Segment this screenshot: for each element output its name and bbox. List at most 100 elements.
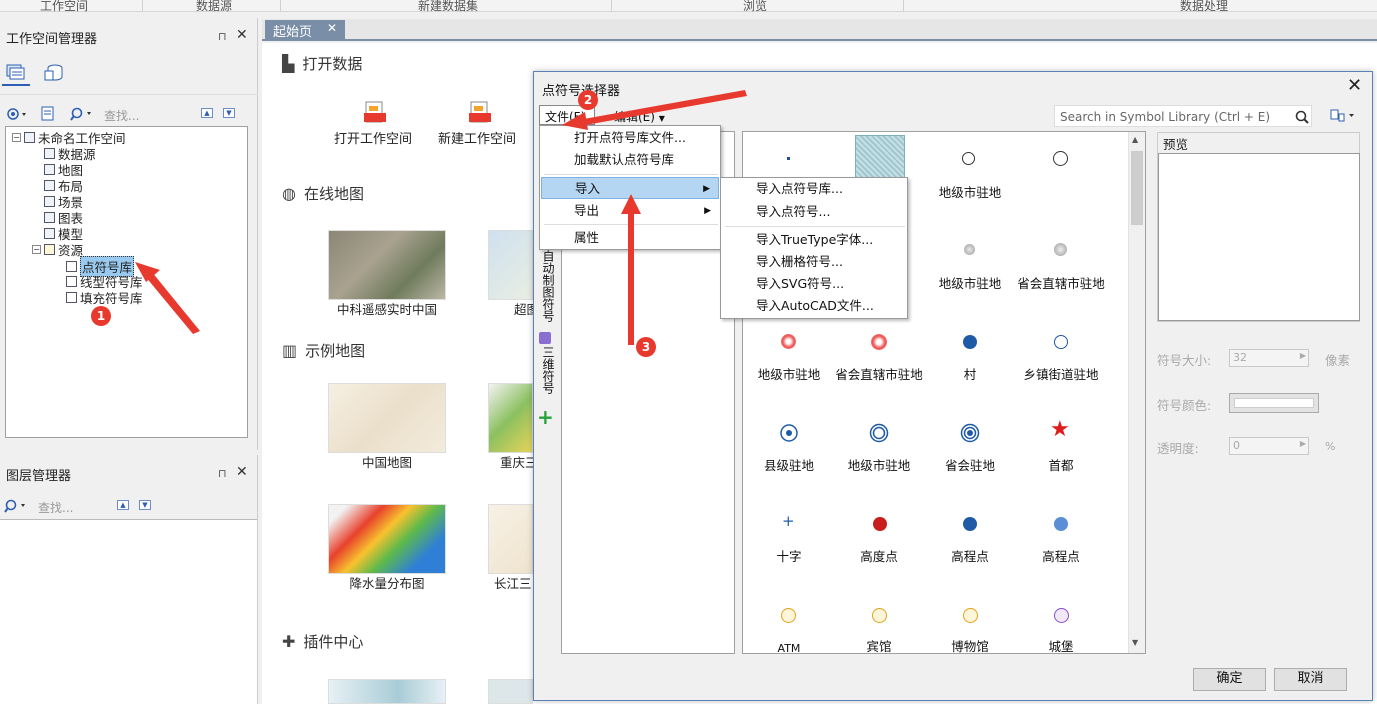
symbol-cell[interactable]: 高程点 <box>1016 550 1106 563</box>
online-map-thumbnail-supermap[interactable] <box>488 230 533 300</box>
selected-symbol-highlight[interactable] <box>855 135 905 179</box>
symbol-glyph-circle <box>962 152 975 165</box>
new-workspace-icon[interactable] <box>468 101 492 127</box>
symbol-size-input[interactable]: 32 ▶ <box>1229 349 1309 367</box>
symbol-cell[interactable]: 省会直辖市驻地 <box>834 368 924 381</box>
open-file-icon[interactable] <box>40 106 56 122</box>
menu-edit[interactable]: 编辑(E) ▼ <box>614 108 665 125</box>
castle-icon <box>1054 608 1069 623</box>
symbol-cell[interactable]: 村 <box>925 368 1015 381</box>
symbol-cell[interactable]: 地级市驻地 <box>925 186 1015 199</box>
ribbon-tab-data-processing[interactable]: 数据处理 <box>1180 0 1228 14</box>
layer-search-input[interactable]: 查找... <box>38 499 73 516</box>
scroll-up-icon[interactable]: ▲ <box>1132 135 1138 144</box>
symbol-cell[interactable]: 乡镇街道驻地 <box>1016 368 1106 381</box>
plugin-thumbnail[interactable] <box>488 679 533 704</box>
menu-item-import-raster[interactable]: 导入栅格符号... <box>721 251 907 273</box>
pin-icon[interactable]: ⊓ <box>218 467 227 480</box>
symbol-cell[interactable]: 高度点 <box>834 550 924 563</box>
close-icon[interactable]: ✕ <box>236 27 248 43</box>
search-up-button[interactable]: ▲ <box>117 500 129 510</box>
menu-item-import-autocad[interactable]: 导入AutoCAD文件... <box>721 295 907 317</box>
add-icon[interactable]: + <box>537 407 554 427</box>
tree-item-fill-symbol-library[interactable]: 填充符号库 <box>66 288 143 307</box>
workspace-search-input[interactable]: 查找... <box>104 107 139 124</box>
search-icon[interactable] <box>4 498 30 514</box>
menu-item-load-default[interactable]: 加载默认点符号库 <box>540 149 720 171</box>
search-icon[interactable] <box>70 106 96 122</box>
ribbon-tab-workspace[interactable]: 工作空间 <box>40 0 88 14</box>
symbol-size-unit: 像素 <box>1325 353 1351 368</box>
view-options-icon[interactable] <box>1330 108 1360 124</box>
online-map-label: 中科遥感实时中国 <box>336 302 437 317</box>
close-icon[interactable]: ✕ <box>236 464 248 480</box>
scroll-thumb[interactable] <box>1131 151 1143 225</box>
symbol-cell[interactable]: 省会驻地 <box>925 459 1015 472</box>
symbol-cell[interactable]: ATM <box>744 642 834 653</box>
symbol-cell[interactable]: 十字 <box>744 550 834 563</box>
symbol-search-input[interactable]: Search in Symbol Library (Ctrl + E) <box>1054 105 1312 127</box>
menu-item-import[interactable]: 导入 ▶ <box>541 177 719 199</box>
menu-item-import-symbol[interactable]: 导入点符号... <box>721 201 907 223</box>
cross-icon: + <box>782 512 795 530</box>
menu-item-import-svg[interactable]: 导入SVG符号... <box>721 273 907 295</box>
view-mode-icon[interactable] <box>6 107 28 121</box>
symbol-cell[interactable]: 地级市驻地 <box>834 459 924 472</box>
model-icon <box>44 228 55 239</box>
symbol-color-picker[interactable] <box>1229 393 1319 413</box>
vertical-scrollbar[interactable]: ▲ ▼ <box>1128 132 1145 653</box>
ribbon-tab-new-dataset[interactable]: 新建数据集 <box>418 0 478 14</box>
side-tab-3d[interactable]: 三维符号 <box>540 346 557 394</box>
symbol-cell[interactable]: 省会直辖市驻地 <box>1016 277 1106 290</box>
star-icon: ★ <box>1050 417 1070 442</box>
symbol-glyph-blue-ring <box>1054 335 1068 349</box>
workspace-tree-tab-icon[interactable] <box>6 64 26 82</box>
section-plugin-center: ✚ 插件中心 <box>282 632 364 651</box>
side-tab-auto-mapping[interactable]: 自动制图符号 <box>540 250 557 322</box>
collapse-icon[interactable]: − <box>32 245 41 254</box>
symbol-cell[interactable]: 地级市驻地 <box>925 277 1015 290</box>
new-workspace-button[interactable]: 新建工作空间 <box>438 128 516 147</box>
search-icon[interactable] <box>1295 110 1309 124</box>
spin-icon[interactable]: ▶ <box>1300 439 1306 448</box>
database-tab-icon[interactable] <box>44 64 64 82</box>
symbol-cell[interactable]: 首都 <box>1016 459 1106 472</box>
menu-item-properties[interactable]: 属性 <box>540 227 720 249</box>
search-down-button[interactable]: ▼ <box>223 108 235 118</box>
search-up-button[interactable]: ▲ <box>201 108 213 118</box>
pin-icon[interactable]: ⊓ <box>218 30 227 43</box>
datasource-icon <box>44 148 55 159</box>
symbol-cell[interactable]: 宾馆 <box>834 640 924 653</box>
open-workspace-button[interactable]: 打开工作空间 <box>334 128 412 147</box>
ribbon-tab-browse[interactable]: 浏览 <box>743 0 767 14</box>
example-map-thumbnail-china[interactable] <box>328 383 446 453</box>
tab-start-page[interactable]: 起始页 ✕ <box>265 20 345 41</box>
plugin-thumbnail[interactable] <box>328 679 446 704</box>
symbol-cell[interactable]: 地级市驻地 <box>744 368 834 381</box>
menu-item-import-library[interactable]: 导入点符号库... <box>721 178 907 200</box>
menu-item-export[interactable]: 导出 ▶ <box>540 200 720 222</box>
symbol-cell[interactable]: 博物馆 <box>925 640 1015 653</box>
example-map-thumbnail-chongqing[interactable] <box>488 383 533 453</box>
opacity-input[interactable]: 0 ▶ <box>1229 437 1309 455</box>
document-tab-bar <box>262 19 1377 41</box>
section-example-map: ▥ 示例地图 <box>282 341 366 360</box>
menu-item-import-truetype[interactable]: 导入TrueType字体... <box>721 229 907 251</box>
online-map-thumbnail-cas[interactable] <box>328 230 446 300</box>
cancel-button[interactable]: 取消 <box>1274 668 1347 691</box>
close-icon[interactable]: ✕ <box>1347 75 1362 96</box>
open-workspace-icon[interactable] <box>363 101 387 127</box>
ok-button[interactable]: 确定 <box>1193 668 1266 691</box>
example-map-thumbnail-yangtze[interactable] <box>488 504 533 574</box>
scroll-down-icon[interactable]: ▼ <box>1132 638 1138 647</box>
symbol-cell[interactable]: 县级驻地 <box>744 459 834 472</box>
spin-icon[interactable]: ▶ <box>1300 351 1306 360</box>
symbol-cell[interactable]: 高程点 <box>925 550 1015 563</box>
close-icon[interactable]: ✕ <box>327 21 337 35</box>
menu-item-open-library[interactable]: 打开点符号库文件... <box>540 127 720 149</box>
example-map-thumbnail-precipitation[interactable] <box>328 504 446 574</box>
symbol-cell[interactable]: 城堡 <box>1016 640 1106 653</box>
collapse-icon[interactable]: − <box>12 133 21 142</box>
search-down-button[interactable]: ▼ <box>139 500 151 510</box>
ribbon-tab-datasource[interactable]: 数据源 <box>196 0 232 14</box>
